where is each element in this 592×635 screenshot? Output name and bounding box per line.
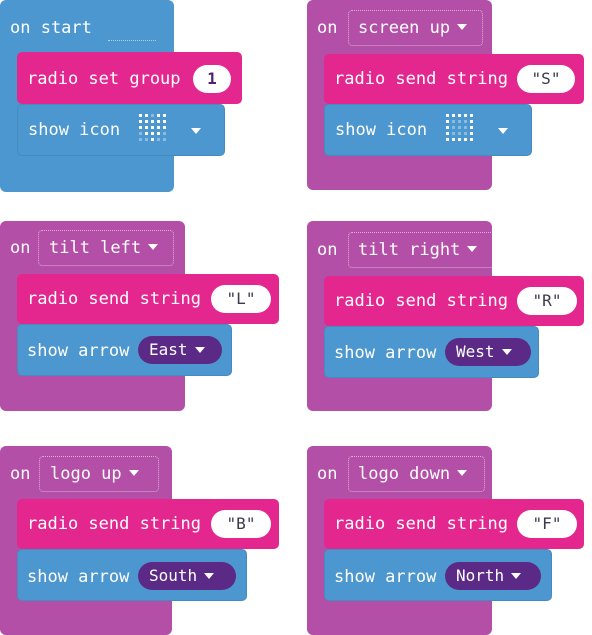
show-arrow-block[interactable]: show arrow North bbox=[324, 549, 552, 601]
gesture-value: tilt left bbox=[49, 238, 142, 258]
gesture-dropdown[interactable]: logo up bbox=[39, 456, 159, 492]
show-arrow-label: show arrow bbox=[334, 567, 437, 587]
show-arrow-label: show arrow bbox=[334, 343, 437, 363]
chevron-down-icon bbox=[204, 572, 215, 579]
show-arrow-block[interactable]: show arrow West bbox=[324, 326, 539, 378]
radio-send-string-block[interactable]: radio send string "L" bbox=[17, 274, 279, 324]
group-number-input[interactable]: 1 bbox=[193, 65, 231, 93]
radio-send-string-block[interactable]: radio send string "F" bbox=[324, 499, 584, 549]
show-icon-block[interactable]: show icon bbox=[324, 104, 532, 156]
icon-dropdown-caret-icon[interactable] bbox=[191, 128, 201, 134]
heart-icon[interactable] bbox=[136, 111, 170, 145]
string-input[interactable]: "B" bbox=[211, 510, 271, 538]
show-icon-label: show icon bbox=[335, 120, 428, 140]
show-icon-label: show icon bbox=[28, 120, 121, 140]
arrow-direction-value: West bbox=[456, 342, 495, 361]
chevron-down-icon bbox=[511, 572, 522, 579]
radio-send-string-block[interactable]: radio send string "B" bbox=[17, 499, 279, 549]
radio-send-string-label: radio send string bbox=[27, 289, 201, 309]
arrow-direction-value: East bbox=[149, 340, 188, 359]
arrow-direction-dropdown[interactable]: South bbox=[138, 562, 236, 590]
arrow-direction-value: North bbox=[456, 566, 505, 585]
string-input[interactable]: "F" bbox=[517, 510, 577, 538]
radio-send-string-label: radio send string bbox=[27, 514, 201, 534]
arrow-direction-dropdown[interactable]: West bbox=[445, 338, 531, 366]
radio-set-group-label: radio set group bbox=[27, 69, 181, 89]
on-label: on bbox=[317, 464, 338, 484]
show-arrow-label: show arrow bbox=[27, 567, 130, 587]
on-label: on bbox=[10, 238, 31, 258]
square-outline-icon[interactable] bbox=[443, 111, 477, 145]
chevron-down-icon bbox=[457, 24, 468, 30]
gesture-dropdown[interactable]: screen up bbox=[348, 10, 483, 46]
radio-send-string-block[interactable]: radio send string "R" bbox=[324, 276, 584, 326]
chevron-down-icon bbox=[128, 470, 139, 476]
gesture-value: screen up bbox=[358, 18, 451, 38]
icon-dropdown-caret-icon[interactable] bbox=[498, 128, 508, 134]
gesture-value: logo down bbox=[358, 464, 451, 484]
show-arrow-label: show arrow bbox=[27, 341, 130, 361]
arrow-direction-value: South bbox=[149, 566, 198, 585]
radio-send-string-label: radio send string bbox=[334, 291, 508, 311]
string-input[interactable]: "L" bbox=[211, 285, 271, 313]
show-arrow-block[interactable]: show arrow East bbox=[17, 324, 232, 376]
on-label: on bbox=[10, 464, 31, 484]
show-icon-block[interactable]: show icon bbox=[17, 104, 225, 156]
arrow-direction-dropdown[interactable]: East bbox=[138, 336, 222, 364]
on-label: on bbox=[317, 18, 338, 38]
gesture-value: tilt right bbox=[358, 240, 461, 260]
chevron-down-icon bbox=[194, 346, 205, 353]
radio-send-string-block[interactable]: radio send string "S" bbox=[324, 54, 584, 104]
gesture-value: logo up bbox=[50, 464, 122, 484]
arrow-direction-dropdown[interactable]: North bbox=[445, 562, 541, 590]
chevron-down-icon bbox=[467, 246, 478, 252]
on-start-label: on start bbox=[10, 18, 92, 38]
chevron-down-icon bbox=[501, 348, 512, 355]
gesture-dropdown[interactable]: logo down bbox=[348, 456, 485, 492]
string-input[interactable]: "R" bbox=[517, 287, 577, 315]
radio-send-string-label: radio send string bbox=[334, 514, 508, 534]
hat-divider bbox=[108, 40, 156, 41]
on-label: on bbox=[317, 240, 338, 260]
radio-set-group-block[interactable]: radio set group 1 bbox=[17, 52, 242, 104]
chevron-down-icon bbox=[148, 244, 159, 250]
gesture-dropdown[interactable]: tilt right bbox=[348, 232, 499, 268]
gesture-dropdown[interactable]: tilt left bbox=[38, 230, 174, 266]
string-input[interactable]: "S" bbox=[517, 65, 575, 93]
show-arrow-block[interactable]: show arrow South bbox=[17, 549, 247, 601]
chevron-down-icon bbox=[457, 470, 468, 476]
radio-send-string-label: radio send string bbox=[334, 69, 508, 89]
